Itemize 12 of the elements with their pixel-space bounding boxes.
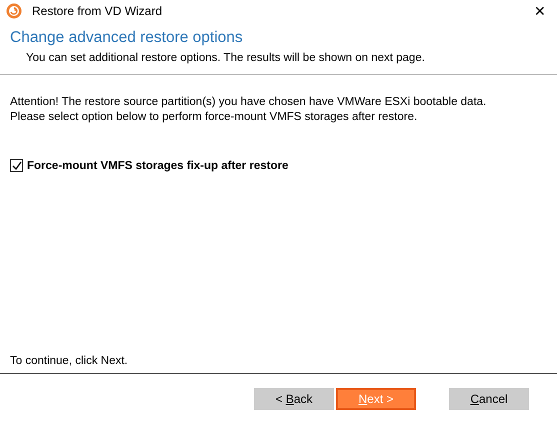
close-button[interactable]: ✕ (523, 3, 557, 19)
hint-text: To continue, click Next. (10, 355, 129, 367)
checkbox-label[interactable]: Force-mount VMFS storages fix-up after restore (27, 160, 288, 172)
page-subtitle: You can set additional restore options. The results will be shown on next page. (26, 52, 426, 64)
message-text: Attention! The restore source partition(s) you have chosen have VMWare ESXi bootable data. (10, 95, 488, 110)
wizard-button[interactable]: < Back (254, 388, 334, 410)
app-logo-icon (6, 3, 22, 19)
window-title: Restore from VD Wizard (32, 4, 164, 18)
page-title: Change advanced restore options (10, 29, 244, 47)
wizard-button[interactable]: Cancel (449, 388, 529, 410)
message-text: Please select option below to perform force-mount VMFS storages after restore. (10, 110, 418, 125)
checkbox[interactable] (10, 159, 23, 172)
